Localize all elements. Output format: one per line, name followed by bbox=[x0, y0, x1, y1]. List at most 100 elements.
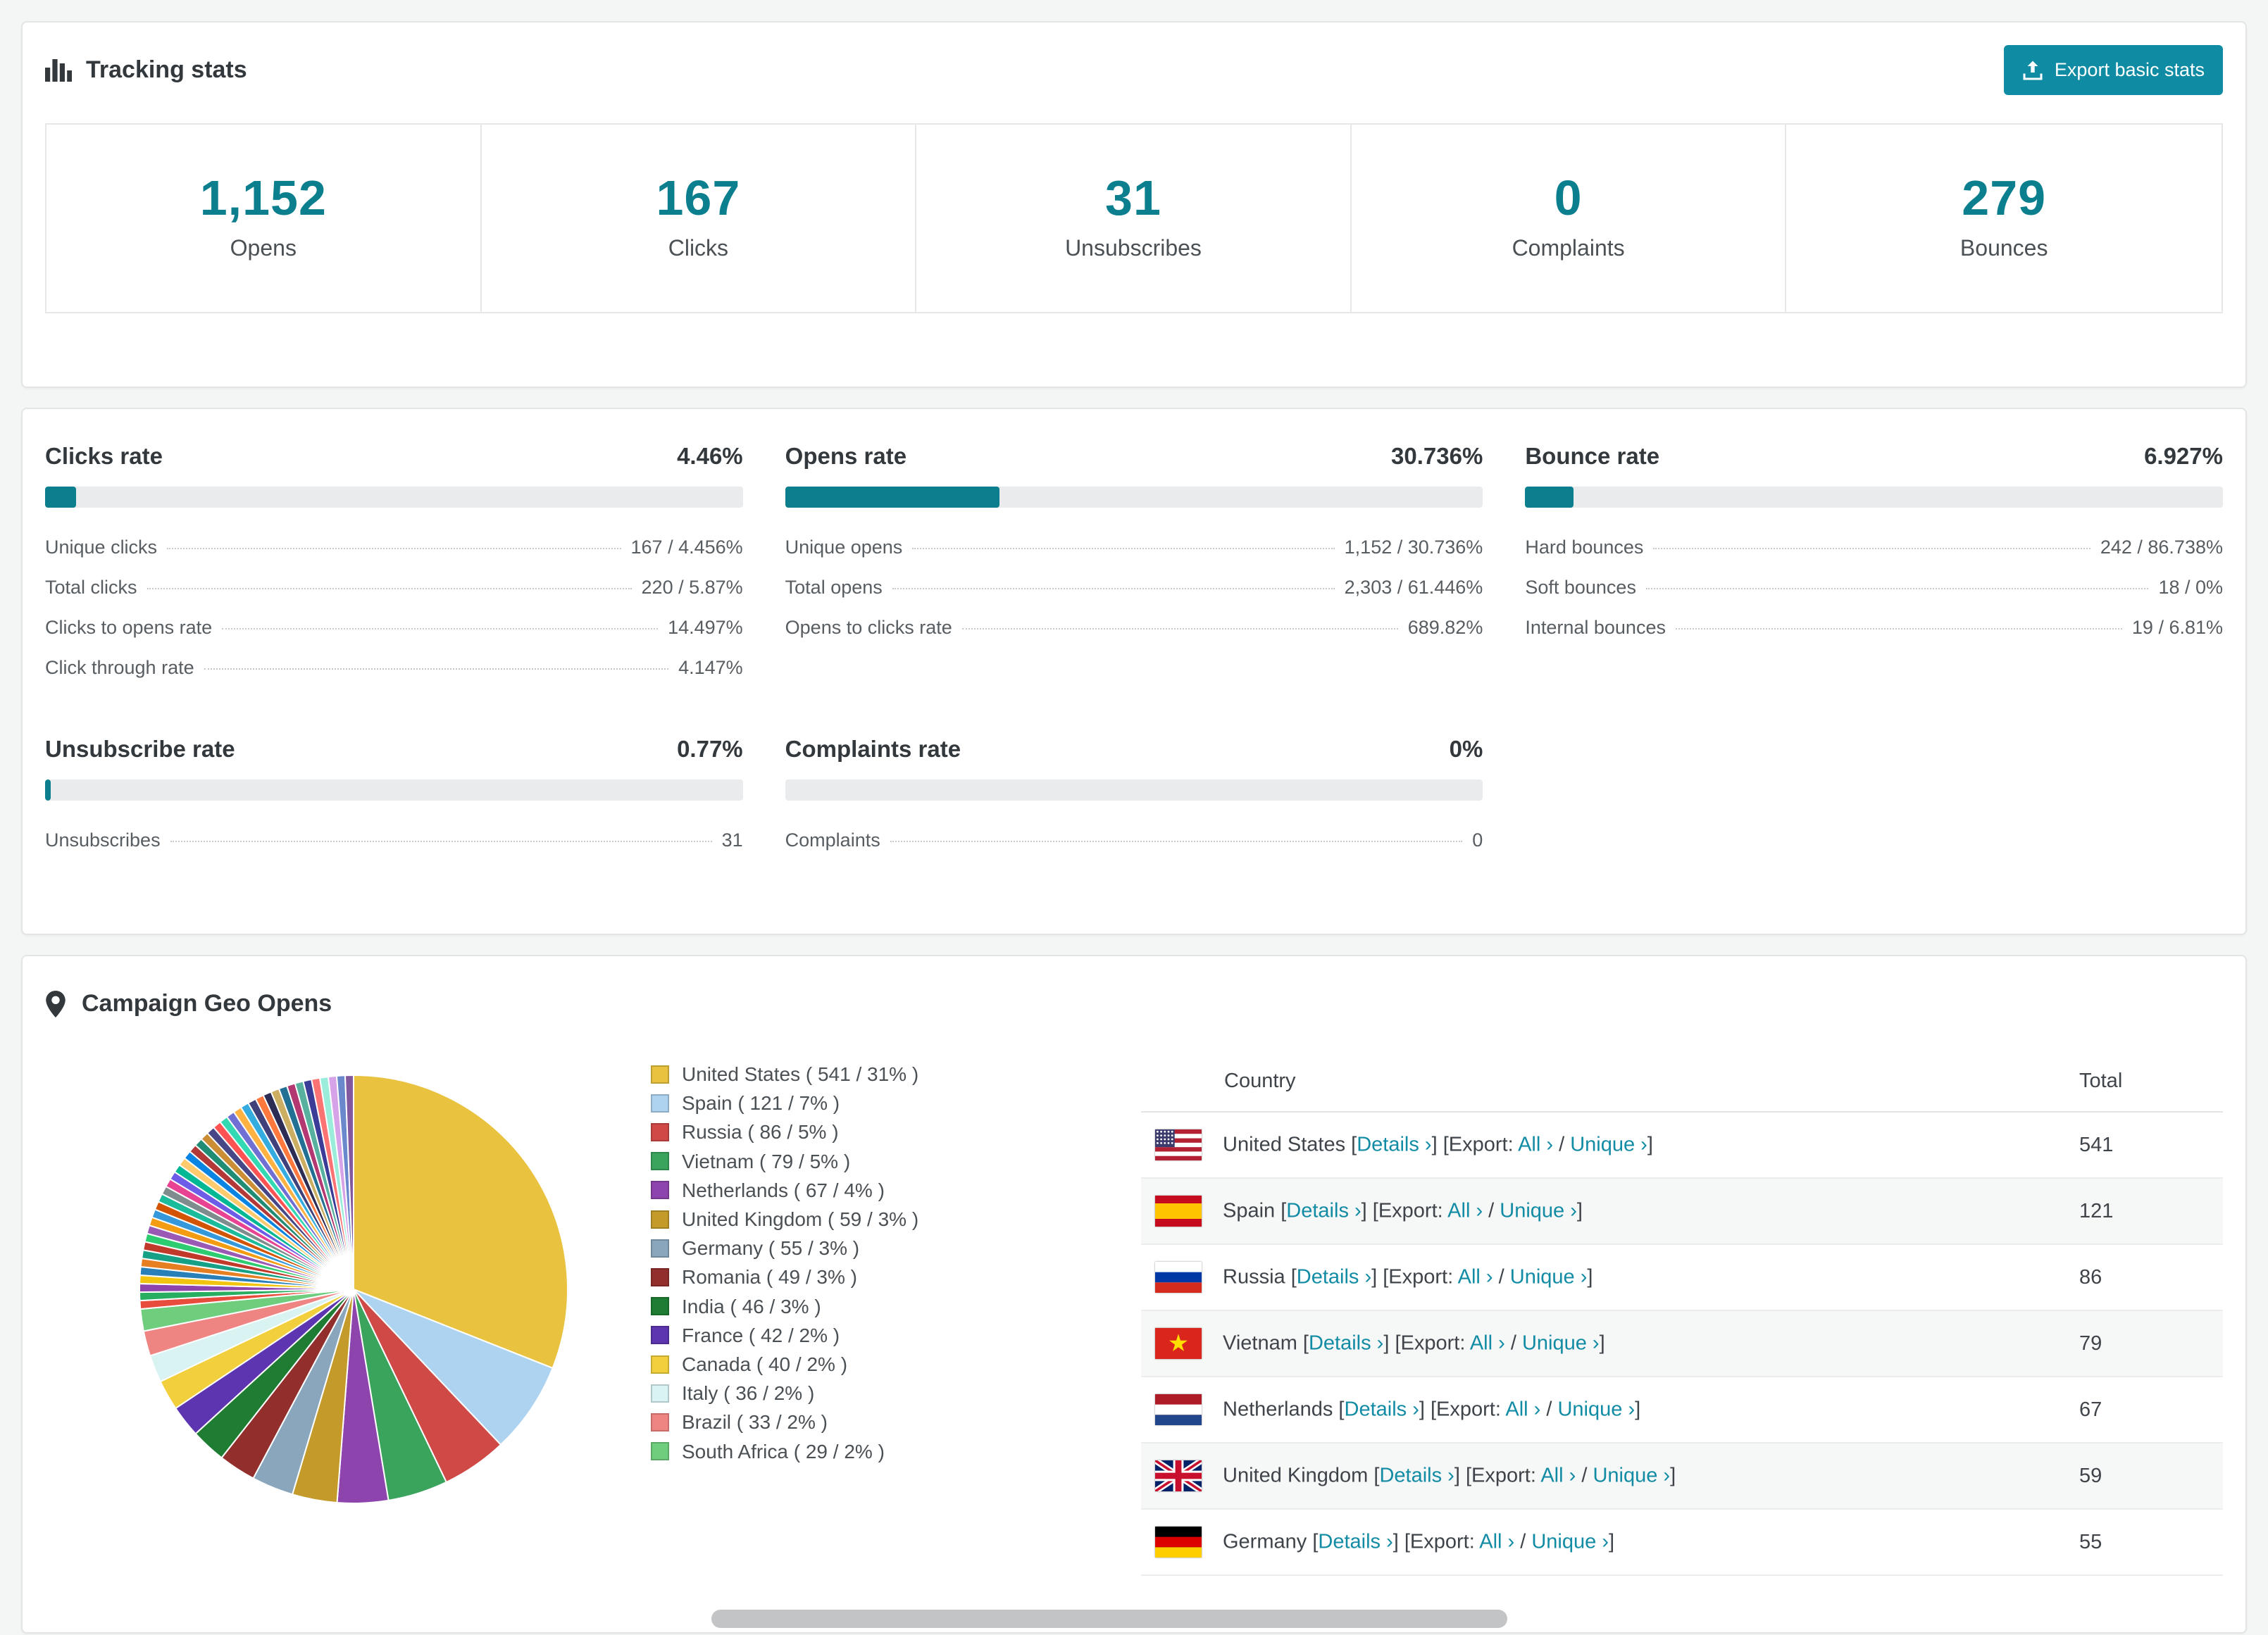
rate-value: 0.77% bbox=[677, 736, 743, 762]
rate-value: 4.46% bbox=[677, 443, 743, 469]
progress-bar bbox=[1525, 487, 2223, 508]
rate-clicks-rate: Clicks rate 4.46% Unique clicks 167 / 4.… bbox=[45, 443, 743, 688]
total-cell: 55 bbox=[2065, 1509, 2223, 1576]
progress-bar bbox=[785, 779, 1483, 801]
export-all-link[interactable]: All › bbox=[1470, 1332, 1505, 1355]
tracking-stats-title: Tracking stats bbox=[45, 56, 247, 84]
tracking-stats-header: Tracking stats Export basic stats bbox=[45, 45, 2223, 95]
export-all-link[interactable]: All › bbox=[1505, 1398, 1540, 1421]
stat-label: Bounces bbox=[1959, 235, 2048, 261]
legend-swatch bbox=[651, 1152, 669, 1171]
horizontal-scrollbar-thumb[interactable] bbox=[711, 1610, 1507, 1628]
export-unique-link[interactable]: Unique › bbox=[1500, 1200, 1577, 1222]
legend-item-south-africa[interactable]: South Africa ( 29 / 2% ) bbox=[651, 1437, 1020, 1466]
rate-row-value: 14.497% bbox=[668, 617, 743, 638]
export-unique-link[interactable]: Unique › bbox=[1557, 1398, 1635, 1421]
progress-bar-fill bbox=[785, 487, 1000, 508]
rate-row-label: Unique opens bbox=[785, 537, 903, 558]
export-all-link[interactable]: All › bbox=[1479, 1531, 1514, 1553]
geo-table-header-row: Country Total bbox=[1141, 1048, 2223, 1113]
rate-title: Opens rate bbox=[785, 443, 907, 469]
export-all-link[interactable]: All › bbox=[1518, 1134, 1553, 1156]
rate-header: Bounce rate 6.927% bbox=[1525, 443, 2223, 470]
geo-row-united-states: United States [Details ›] [Export: All ›… bbox=[1141, 1112, 2223, 1179]
country-cell-text: Vietnam [Details ›] [Export: All › / Uni… bbox=[1223, 1332, 1605, 1355]
geo-row-united-kingdom: United Kingdom [Details ›] [Export: All … bbox=[1141, 1443, 2223, 1510]
rate-rows: Complaints 0 bbox=[785, 820, 1483, 860]
progress-bar-fill bbox=[45, 779, 51, 801]
rate-row-click-through-rate: Click through rate 4.147% bbox=[45, 648, 743, 688]
legend-swatch bbox=[651, 1268, 669, 1287]
total-cell: 86 bbox=[2065, 1244, 2223, 1311]
details-link[interactable]: Details › bbox=[1286, 1200, 1361, 1222]
rate-row-total-clicks: Total clicks 220 / 5.87% bbox=[45, 568, 743, 608]
legend-label: Germany ( 55 / 3% ) bbox=[682, 1237, 860, 1260]
export-unique-link[interactable]: Unique › bbox=[1570, 1134, 1647, 1156]
stat-unsubscribes: 31 Unsubscribes bbox=[916, 125, 1352, 312]
flag-gb-icon bbox=[1155, 1460, 1202, 1491]
legend-swatch bbox=[651, 1384, 669, 1403]
rate-opens-rate: Opens rate 30.736% Unique opens 1,152 / … bbox=[785, 443, 1483, 688]
details-link[interactable]: Details › bbox=[1345, 1398, 1419, 1421]
export-unique-link[interactable]: Unique › bbox=[1522, 1332, 1600, 1355]
export-basic-stats-label: Export basic stats bbox=[2054, 59, 2205, 80]
total-cell: 67 bbox=[2065, 1377, 2223, 1443]
campaign-stats-page: Tracking stats Export basic stats 1,152 … bbox=[0, 21, 2268, 1634]
legend-item-netherlands[interactable]: Netherlands ( 67 / 4% ) bbox=[651, 1176, 1020, 1205]
legend-item-brazil[interactable]: Brazil ( 33 / 2% ) bbox=[651, 1408, 1020, 1436]
rate-header: Clicks rate 4.46% bbox=[45, 443, 743, 470]
legend-swatch bbox=[651, 1210, 669, 1229]
legend-item-russia[interactable]: Russia ( 86 / 5% ) bbox=[651, 1117, 1020, 1146]
rate-title: Clicks rate bbox=[45, 443, 163, 469]
rate-complaints-rate: Complaints rate 0% Complaints 0 bbox=[785, 736, 1483, 860]
stat-value: 1,152 bbox=[199, 170, 327, 225]
legend-label: Italy ( 36 / 2% ) bbox=[682, 1382, 815, 1405]
rate-row-value: 2,303 / 61.446% bbox=[1344, 577, 1483, 598]
legend-item-spain[interactable]: Spain ( 121 / 7% ) bbox=[651, 1089, 1020, 1117]
export-icon bbox=[2023, 61, 2043, 80]
legend-item-france[interactable]: France ( 42 / 2% ) bbox=[651, 1321, 1020, 1350]
details-link[interactable]: Details › bbox=[1318, 1531, 1392, 1553]
export-all-link[interactable]: All › bbox=[1447, 1200, 1483, 1222]
legend-item-romania[interactable]: Romania ( 49 / 3% ) bbox=[651, 1263, 1020, 1291]
legend-item-vietnam[interactable]: Vietnam ( 79 / 5% ) bbox=[651, 1147, 1020, 1176]
dotted-leader bbox=[1653, 548, 2091, 549]
export-all-link[interactable]: All › bbox=[1458, 1266, 1493, 1289]
country-cell-text: Netherlands [Details ›] [Export: All › /… bbox=[1223, 1398, 1641, 1421]
export-unique-link[interactable]: Unique › bbox=[1593, 1465, 1670, 1487]
rate-row-total-opens: Total opens 2,303 / 61.446% bbox=[785, 568, 1483, 608]
rate-value: 0% bbox=[1449, 736, 1483, 762]
rate-row-hard-bounces: Hard bounces 242 / 86.738% bbox=[1525, 527, 2223, 568]
rate-row-value: 19 / 6.81% bbox=[2131, 617, 2223, 638]
details-link[interactable]: Details › bbox=[1379, 1465, 1454, 1487]
rate-row-label: Soft bounces bbox=[1525, 577, 1636, 598]
country-cell: Spain [Details ›] [Export: All › / Uniqu… bbox=[1141, 1178, 2065, 1245]
flag-nl-icon bbox=[1155, 1394, 1202, 1425]
details-link[interactable]: Details › bbox=[1297, 1266, 1371, 1289]
details-link[interactable]: Details › bbox=[1357, 1134, 1431, 1156]
legend-item-united-kingdom[interactable]: United Kingdom ( 59 / 3% ) bbox=[651, 1205, 1020, 1234]
legend-item-italy[interactable]: Italy ( 36 / 2% ) bbox=[651, 1379, 1020, 1408]
rate-rows: Hard bounces 242 / 86.738% Soft bounces … bbox=[1525, 527, 2223, 648]
details-link[interactable]: Details › bbox=[1309, 1332, 1383, 1355]
export-unique-link[interactable]: Unique › bbox=[1510, 1266, 1588, 1289]
rate-rows: Unique clicks 167 / 4.456% Total clicks … bbox=[45, 527, 743, 688]
country-cell-text: Germany [Details ›] [Export: All › / Uni… bbox=[1223, 1530, 1615, 1553]
country-cell-text: United States [Details ›] [Export: All ›… bbox=[1223, 1133, 1653, 1156]
rate-row-opens-to-clicks-rate: Opens to clicks rate 689.82% bbox=[785, 608, 1483, 648]
stat-label: Opens bbox=[230, 235, 297, 261]
rate-row-label: Clicks to opens rate bbox=[45, 617, 213, 638]
legend-item-canada[interactable]: Canada ( 40 / 2% ) bbox=[651, 1350, 1020, 1379]
legend-item-united-states[interactable]: United States ( 541 / 31% ) bbox=[651, 1060, 1020, 1089]
export-basic-stats-button[interactable]: Export basic stats bbox=[2003, 45, 2223, 95]
legend-item-india[interactable]: India ( 46 / 3% ) bbox=[651, 1292, 1020, 1321]
legend-item-germany[interactable]: Germany ( 55 / 3% ) bbox=[651, 1234, 1020, 1263]
dotted-leader bbox=[892, 588, 1335, 589]
legend-label: South Africa ( 29 / 2% ) bbox=[682, 1440, 885, 1462]
legend-swatch bbox=[651, 1297, 669, 1316]
export-unique-link[interactable]: Unique › bbox=[1531, 1531, 1609, 1553]
stat-label: Clicks bbox=[668, 235, 729, 261]
export-all-link[interactable]: All › bbox=[1540, 1465, 1576, 1487]
dotted-leader bbox=[204, 668, 669, 670]
stat-label: Unsubscribes bbox=[1065, 235, 1202, 261]
